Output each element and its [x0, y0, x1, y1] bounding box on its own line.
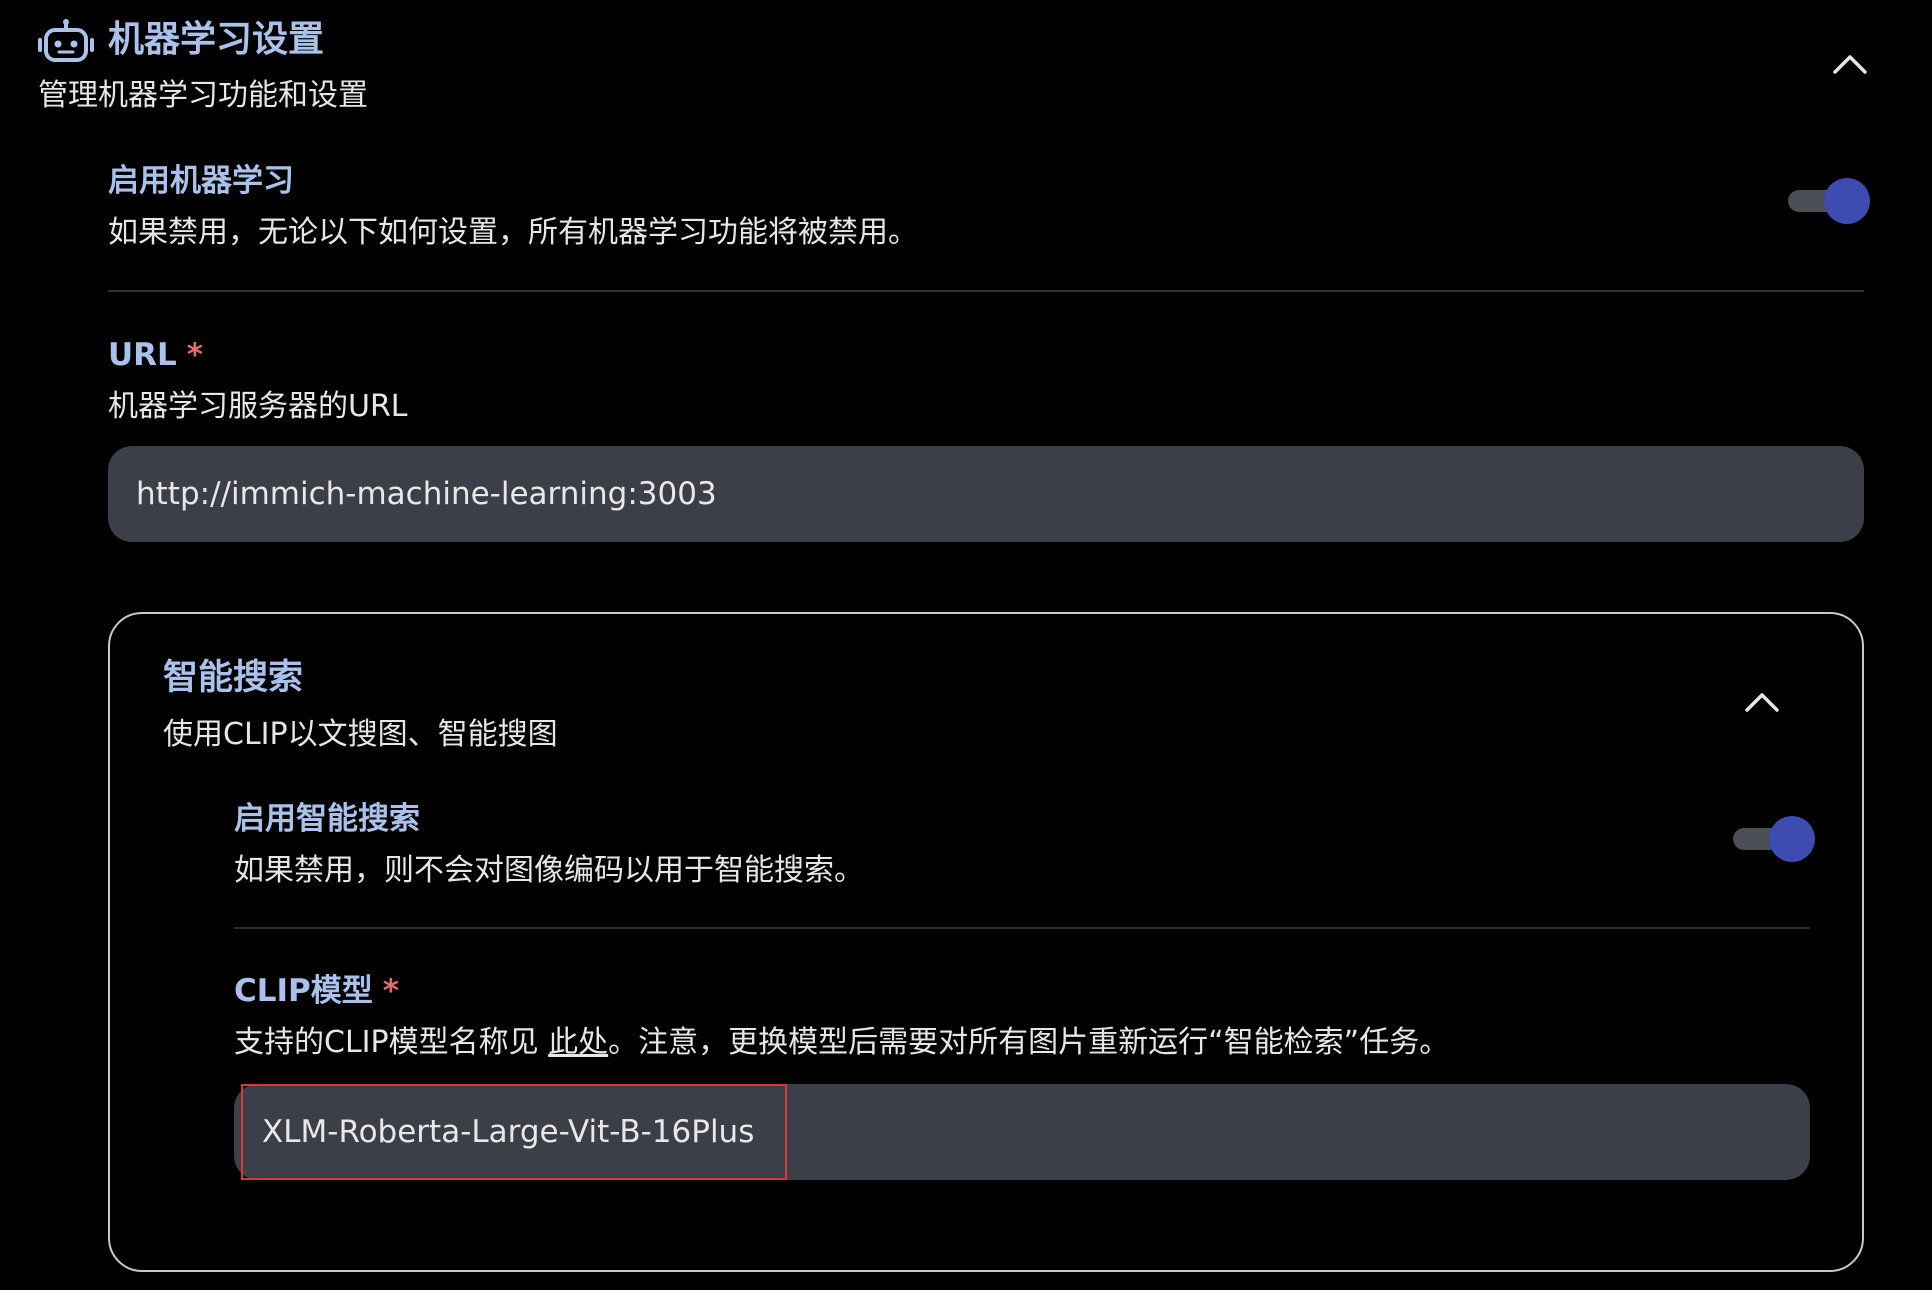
chevron-up-icon	[1745, 693, 1779, 712]
highlight-annotation-box	[241, 1084, 787, 1180]
required-mark: *	[382, 973, 399, 1009]
ml-settings-page: 机器学习设置 管理机器学习功能和设置 启用机器学习 如果禁用，无论以下如何设置，…	[0, 0, 1932, 1290]
url-label-text: URL	[108, 337, 177, 373]
toggle-knob	[1769, 816, 1815, 862]
clip-description-note: 。注意，更换模型后需要对所有图片重新运行“智能检索”任务。	[608, 1025, 1450, 1060]
divider	[108, 290, 1864, 292]
enable-smart-search-description: 如果禁用，则不会对图像编码以用于智能搜索。	[234, 853, 864, 888]
collapse-ml-settings-button[interactable]	[1822, 36, 1878, 92]
robot-icon	[38, 18, 94, 64]
url-input-value: http://immich-machine-learning:3003	[136, 476, 717, 512]
clip-model-description: 支持的CLIP模型名称见 此处。注意，更换模型后需要对所有图片重新运行“智能检索…	[234, 1020, 1449, 1066]
clip-description-text: 支持的CLIP模型名称见	[234, 1025, 549, 1060]
url-description: 机器学习服务器的URL	[108, 389, 408, 424]
enable-ml-description: 如果禁用，无论以下如何设置，所有机器学习功能将被禁用。	[108, 215, 918, 250]
clip-models-link[interactable]: 此处	[548, 1025, 608, 1060]
smart-search-subtitle: 使用CLIP以文搜图、智能搜图	[163, 717, 558, 752]
url-label: URL *	[108, 332, 203, 378]
toggle-knob	[1824, 178, 1870, 224]
clip-model-label-text: CLIP模型	[234, 973, 373, 1009]
enable-smart-search-label: 启用智能搜索	[234, 801, 420, 837]
chevron-up-icon	[1833, 55, 1867, 74]
url-input[interactable]: http://immich-machine-learning:3003	[108, 446, 1864, 542]
section-subtitle: 管理机器学习功能和设置	[38, 78, 368, 113]
smart-search-title: 智能搜索	[163, 658, 304, 698]
enable-ml-toggle[interactable]	[1784, 176, 1872, 226]
required-mark: *	[186, 337, 204, 373]
section-title: 机器学习设置	[108, 19, 325, 60]
collapse-smart-search-button[interactable]	[1734, 674, 1790, 730]
enable-ml-label: 启用机器学习	[108, 163, 294, 199]
divider	[234, 927, 1810, 929]
enable-smart-search-toggle[interactable]	[1729, 814, 1817, 864]
clip-model-label: CLIP模型 *	[234, 968, 399, 1014]
